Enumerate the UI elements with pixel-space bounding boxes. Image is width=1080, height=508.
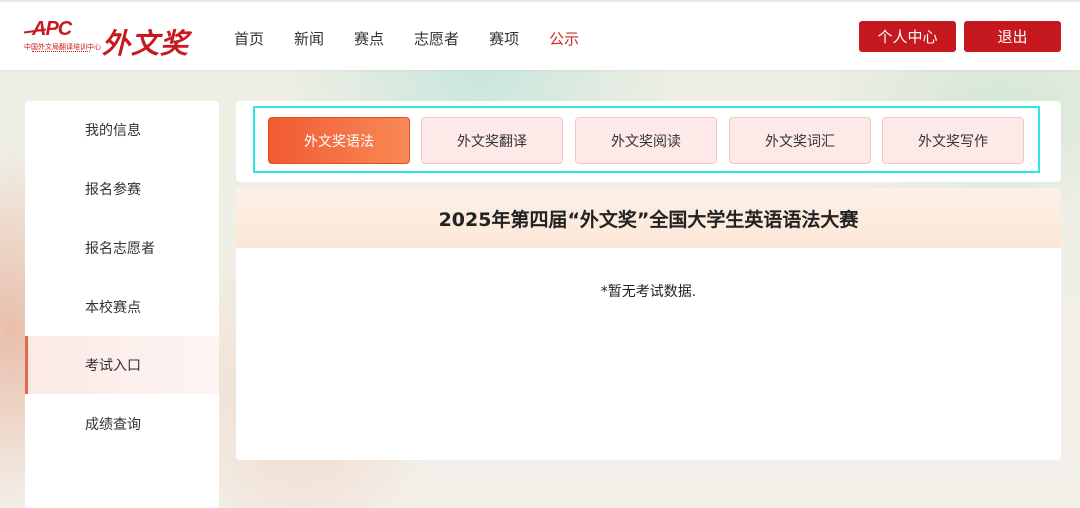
competition-title: 2025年第四届“外文奖”全国大学生英语语法大赛 bbox=[438, 208, 859, 231]
site-logo[interactable]: APC 中国外文局翻译培训中心 外文奖 bbox=[23, 18, 206, 60]
nav-item-home[interactable]: 首页 bbox=[234, 28, 264, 49]
sidebar-item-exam-entry[interactable]: 考试入口 bbox=[25, 336, 219, 394]
tab-grammar[interactable]: 外文奖语法 bbox=[268, 117, 410, 164]
competition-tabs-card: 外文奖语法 外文奖翻译 外文奖阅读 外文奖词汇 外文奖写作 bbox=[236, 101, 1061, 182]
sidebar-item-register-volunteer[interactable]: 报名志愿者 bbox=[25, 219, 219, 277]
tab-translation[interactable]: 外文奖翻译 bbox=[421, 117, 563, 164]
exam-content-card: 2025年第四届“外文奖”全国大学生英语语法大赛 *暂无考试数据. bbox=[236, 188, 1061, 460]
top-header: APC 中国外文局翻译培训中心 外文奖 首页 新闻 赛点 志愿者 赛项 公示 个… bbox=[0, 0, 1080, 70]
logo-org-en-line bbox=[32, 51, 90, 53]
tab-writing[interactable]: 外文奖写作 bbox=[882, 117, 1024, 164]
personal-center-button[interactable]: 个人中心 bbox=[859, 21, 956, 52]
nav-item-news[interactable]: 新闻 bbox=[294, 28, 324, 49]
nav-item-venues[interactable]: 赛点 bbox=[354, 28, 384, 49]
content-title-bar: 2025年第四届“外文奖”全国大学生英语语法大赛 bbox=[236, 188, 1061, 248]
sidebar-item-score-query[interactable]: 成绩查询 bbox=[25, 395, 219, 453]
empty-state-message: *暂无考试数据. bbox=[600, 284, 697, 300]
main-nav: 首页 新闻 赛点 志愿者 赛项 公示 bbox=[234, 28, 609, 49]
nav-item-announcements[interactable]: 公示 bbox=[549, 28, 579, 49]
sidebar: 我的信息 报名参赛 报名志愿者 本校赛点 考试入口 成绩查询 bbox=[25, 101, 219, 508]
sidebar-item-register-competition[interactable]: 报名参赛 bbox=[25, 160, 219, 218]
logo-name: 外文奖 bbox=[102, 27, 190, 60]
nav-item-volunteers[interactable]: 志愿者 bbox=[414, 28, 459, 49]
sidebar-item-my-info[interactable]: 我的信息 bbox=[25, 101, 219, 159]
nav-item-events[interactable]: 赛项 bbox=[489, 28, 519, 49]
logout-button[interactable]: 退出 bbox=[964, 21, 1061, 52]
tab-vocabulary[interactable]: 外文奖词汇 bbox=[729, 117, 871, 164]
tab-reading[interactable]: 外文奖阅读 bbox=[575, 117, 717, 164]
sidebar-item-school-venue[interactable]: 本校赛点 bbox=[25, 278, 219, 336]
